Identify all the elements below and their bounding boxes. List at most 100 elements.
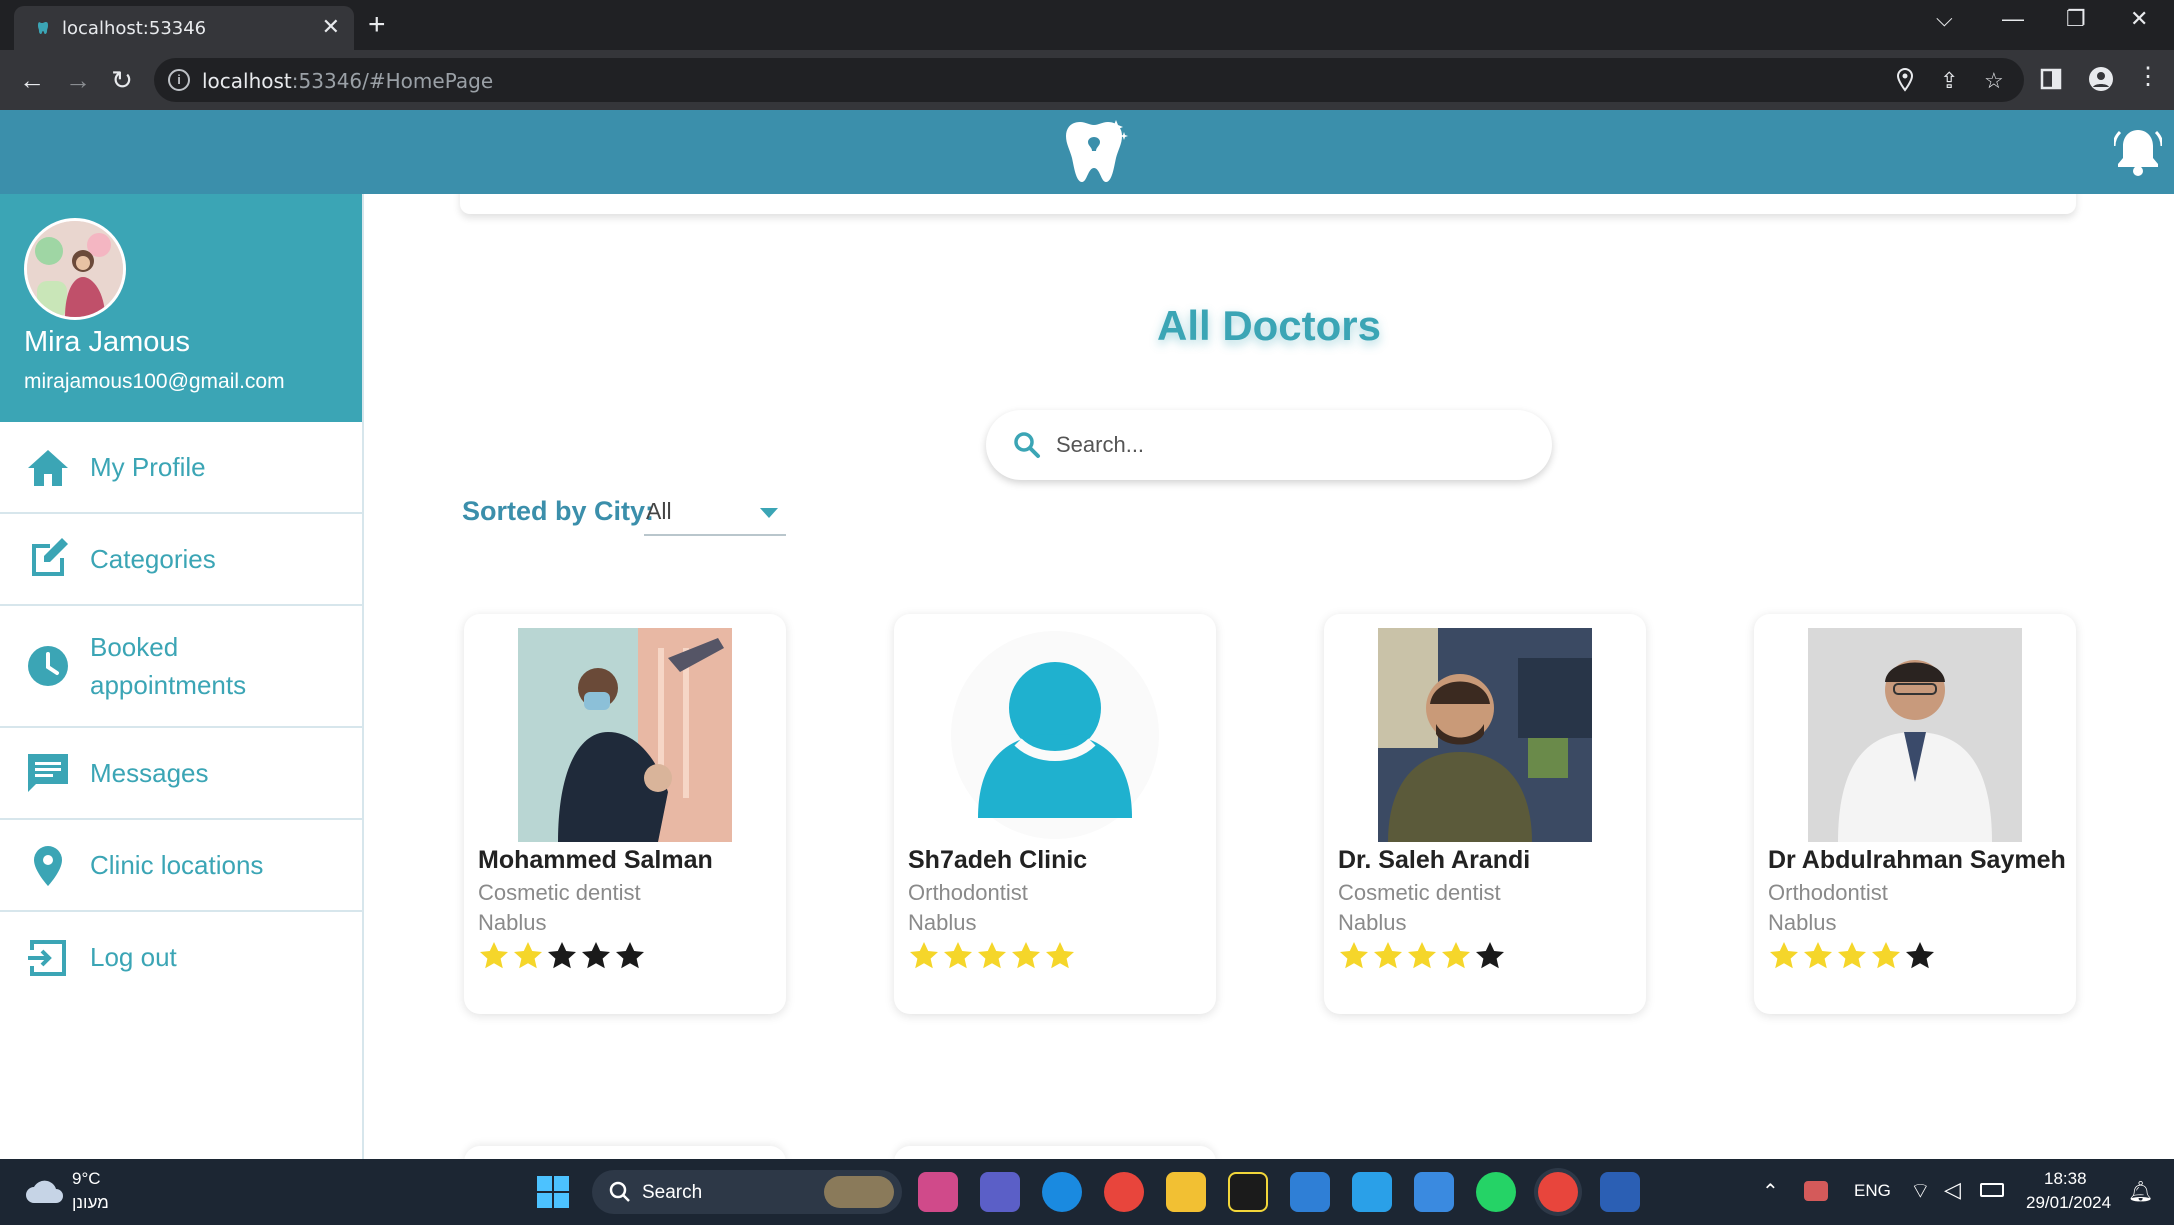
menu-item-my-profile[interactable]: My Profile [0, 422, 362, 514]
menu-label: Messages [90, 758, 209, 788]
star-filled-icon [514, 942, 542, 969]
profile-icon[interactable] [2088, 66, 2114, 92]
windows-start-icon[interactable] [536, 1175, 570, 1209]
menu-label: Clinic locations [90, 850, 264, 880]
wifi-icon[interactable]: ⌔ [1910, 1177, 1931, 1205]
forward-icon[interactable]: → [62, 64, 94, 96]
mail-icon[interactable] [1290, 1172, 1330, 1212]
close-tab-icon[interactable]: ✕ [322, 14, 340, 40]
doctor-card[interactable]: Dr. Saleh Arandi Cosmetic dentist Nablus [1324, 614, 1646, 1014]
language-indicator[interactable]: ENG [1854, 1181, 1891, 1201]
restore-icon[interactable]: ❐ [2066, 6, 2086, 32]
close-window-icon[interactable]: ✕ [2130, 6, 2148, 32]
side-panel-icon[interactable] [2040, 68, 2062, 90]
doctor-card-partial[interactable] [894, 1146, 1216, 1159]
browser-tab[interactable]: localhost:53346 ✕ [14, 6, 354, 50]
menu-item-clinic-locations[interactable]: Clinic locations [0, 820, 362, 912]
doctor-name: Sh7adeh Clinic [908, 846, 1088, 874]
star-filled-icon [1804, 942, 1832, 969]
doctor-specialty: Cosmetic dentist [1338, 880, 1501, 905]
doctor-card[interactable]: Mohammed Salman Cosmetic dentist Nablus [464, 614, 786, 1014]
whatsapp-icon[interactable] [1476, 1172, 1516, 1212]
star-filled-icon [1340, 942, 1368, 969]
sidebar: Mira Jamous mirajamous100@gmail.com My P… [0, 194, 364, 1159]
location-icon[interactable] [1896, 68, 1914, 92]
doctor-city: Nablus [1338, 910, 1407, 935]
tab-title: localhost:53346 [62, 18, 207, 39]
clock-icon [28, 646, 68, 686]
city-dropdown[interactable]: All [644, 494, 786, 536]
menu-label: My Profile [90, 452, 206, 482]
volume-icon[interactable]: ◁ [1944, 1177, 1961, 1203]
notes-app-icon[interactable] [1414, 1172, 1454, 1212]
main-content: All Doctors Sorted by City: All Mohammed… [364, 194, 2174, 1159]
search-bar[interactable] [986, 410, 1552, 480]
url-field[interactable]: i localhost:53346/#HomePage ⇪ ☆ [154, 58, 2024, 102]
doctor-card[interactable]: Sh7adeh Clinic Orthodontist Nablus [894, 614, 1216, 1014]
menu-kebab-icon[interactable]: ⋮ [2136, 62, 2160, 91]
doctor-photo [1378, 628, 1592, 842]
user-email: mirajamous100@gmail.com [24, 370, 285, 393]
chrome-profile-icon[interactable] [1104, 1172, 1144, 1212]
star-filled-icon [1770, 942, 1798, 969]
cloud-icon[interactable] [24, 1173, 64, 1207]
doctor-card[interactable]: Dr Abdulrahman Saymeh Orthodontist Nablu… [1754, 614, 2076, 1014]
reload-icon[interactable]: ↻ [106, 64, 138, 96]
star-filled-icon [1012, 942, 1040, 969]
star-filled-icon [1408, 942, 1436, 969]
tray-chevron-icon[interactable]: ⌃ [1762, 1179, 1779, 1204]
word-icon[interactable] [1600, 1172, 1640, 1212]
windows-taskbar: 9°C מעונן Search ⌃ ENG ⌔ ◁ 18:38 29/01/2… [0, 1159, 2174, 1225]
chrome-icon[interactable] [1538, 1172, 1578, 1212]
minimize-icon[interactable]: — [2002, 6, 2024, 32]
pycharm-icon[interactable] [1228, 1172, 1268, 1212]
vscode-icon[interactable] [1352, 1172, 1392, 1212]
star-filled-icon [1838, 942, 1866, 969]
home-icon [28, 450, 68, 486]
new-tab-icon[interactable]: + [368, 8, 386, 42]
bookmark-star-icon[interactable]: ☆ [1984, 68, 2004, 94]
star-filled-icon [1046, 942, 1074, 969]
doctor-card-partial[interactable] [464, 1146, 786, 1159]
doctor-name: Mohammed Salman [478, 846, 713, 874]
avatar-photo [27, 221, 123, 317]
star-filled-icon [480, 942, 508, 969]
taskbar-search[interactable]: Search [592, 1170, 902, 1214]
menu-item-log-out[interactable]: Log out [0, 912, 362, 1004]
url-text: localhost:53346/#HomePage [202, 69, 494, 93]
battery-icon[interactable] [1980, 1183, 2004, 1197]
app-header [0, 110, 2174, 194]
taskbar-search-label: Search [642, 1182, 703, 1203]
browser-tab-bar: localhost:53346 ✕ + ⌵ — ❐ ✕ [0, 0, 2174, 50]
teams-icon[interactable] [980, 1172, 1020, 1212]
tab-search-chevron-icon[interactable]: ⌵ [1936, 6, 1953, 32]
menu-label: Categories [90, 544, 216, 574]
menu-item-messages[interactable]: Messages [0, 728, 362, 820]
rating-stars [1768, 940, 1936, 972]
clock-time[interactable]: 18:38 [2044, 1169, 2087, 1189]
file-explorer-icon[interactable] [1166, 1172, 1206, 1212]
tray-app-icon[interactable] [1804, 1181, 1828, 1201]
edge-icon[interactable] [1042, 1172, 1082, 1212]
notification-bell-icon[interactable] [2114, 124, 2162, 176]
doctor-specialty: Orthodontist [908, 880, 1028, 905]
menu-item-booked-appointments[interactable]: Booked appointments [0, 606, 362, 728]
message-icon [28, 754, 68, 792]
menu-item-categories[interactable]: Categories [0, 514, 362, 606]
star-empty-icon [1476, 942, 1504, 969]
sort-label: Sorted by City: [462, 496, 655, 526]
star-filled-icon [978, 942, 1006, 969]
back-icon[interactable]: ← [16, 64, 48, 96]
menu-label: Log out [90, 942, 177, 972]
clock-date[interactable]: 29/01/2024 [2026, 1193, 2111, 1213]
avatar[interactable] [24, 218, 126, 320]
copilot-icon[interactable] [918, 1172, 958, 1212]
search-input[interactable] [1056, 426, 1516, 464]
share-icon[interactable]: ⇪ [1940, 68, 1958, 94]
site-info-icon[interactable]: i [168, 69, 190, 91]
doctor-photo [1808, 628, 2022, 842]
star-empty-icon [1906, 942, 1934, 969]
doctor-specialty: Cosmetic dentist [478, 880, 641, 905]
dropdown-arrow-icon [760, 508, 778, 518]
notification-icon[interactable]: 🔔︎ [2128, 1179, 2153, 1204]
